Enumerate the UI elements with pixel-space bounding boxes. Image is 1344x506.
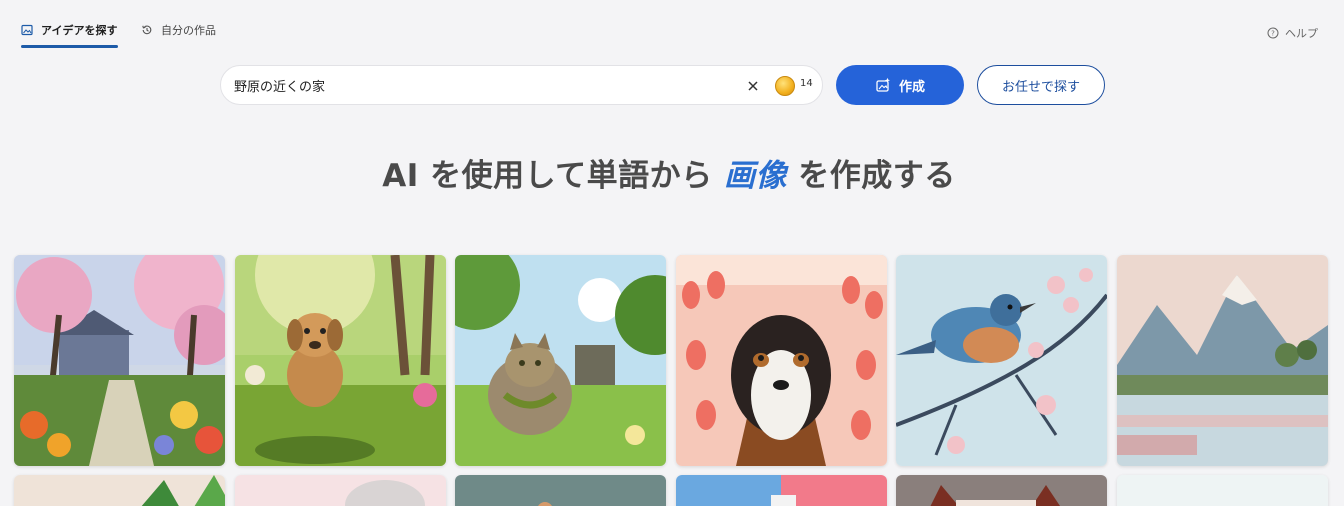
prompt-input[interactable]	[234, 77, 734, 93]
tab-explore-ideas[interactable]: アイデアを探す	[21, 22, 117, 38]
active-tab-indicator	[21, 45, 118, 48]
svg-text:?: ?	[1271, 30, 1275, 38]
help-label: ヘルプ	[1285, 27, 1318, 40]
gallery-image-row2-6[interactable]	[1117, 475, 1328, 506]
clear-icon[interactable]	[745, 78, 761, 94]
gallery-image-mountain-lake[interactable]	[1117, 255, 1328, 466]
tab-my-creations-label: 自分の作品	[161, 24, 216, 37]
create-button[interactable]: 作成	[836, 65, 964, 105]
gallery-image-row2-2[interactable]	[235, 475, 446, 506]
page-headline: AI を使用して単語から 画像 を作成する	[0, 150, 1338, 195]
image-sparkle-icon	[875, 77, 891, 93]
gallery-image-row2-3[interactable]	[455, 475, 666, 506]
headline-accent: 画像	[723, 158, 787, 194]
gallery-image-bluebird-on-branch[interactable]	[896, 255, 1107, 466]
prompt-search-box: 14	[220, 65, 823, 105]
gallery-image-dog-in-tulips[interactable]	[676, 255, 887, 466]
gallery-image-cat-in-garden[interactable]	[455, 255, 666, 466]
headline-prefix: AI を使用して単語から	[382, 158, 724, 194]
gallery-image-row2-1[interactable]	[14, 475, 225, 506]
top-navigation: アイデアを探す 自分の作品 ? ヘルプ	[0, 0, 1344, 50]
tab-my-creations[interactable]: 自分の作品	[141, 22, 216, 38]
boost-coin-icon	[775, 76, 795, 96]
tab-explore-ideas-label: アイデアを探す	[41, 24, 118, 37]
gallery-image-cherry-blossom-garden[interactable]	[14, 255, 225, 466]
surprise-me-button[interactable]: お任せで探す	[977, 65, 1105, 105]
gallery-image-puppy-running[interactable]	[235, 255, 446, 466]
boost-credit-count: 14	[800, 78, 813, 89]
help-link[interactable]: ? ヘルプ	[1267, 25, 1318, 41]
headline-suffix: を作成する	[786, 158, 956, 194]
question-circle-icon: ?	[1267, 27, 1279, 39]
history-icon	[141, 24, 153, 36]
image-icon	[21, 24, 33, 36]
create-button-label: 作成	[898, 79, 925, 95]
surprise-me-label: お任せで探す	[1001, 79, 1080, 95]
gallery-image-row2-5[interactable]	[896, 475, 1107, 506]
gallery-image-row2-4[interactable]	[676, 475, 887, 506]
